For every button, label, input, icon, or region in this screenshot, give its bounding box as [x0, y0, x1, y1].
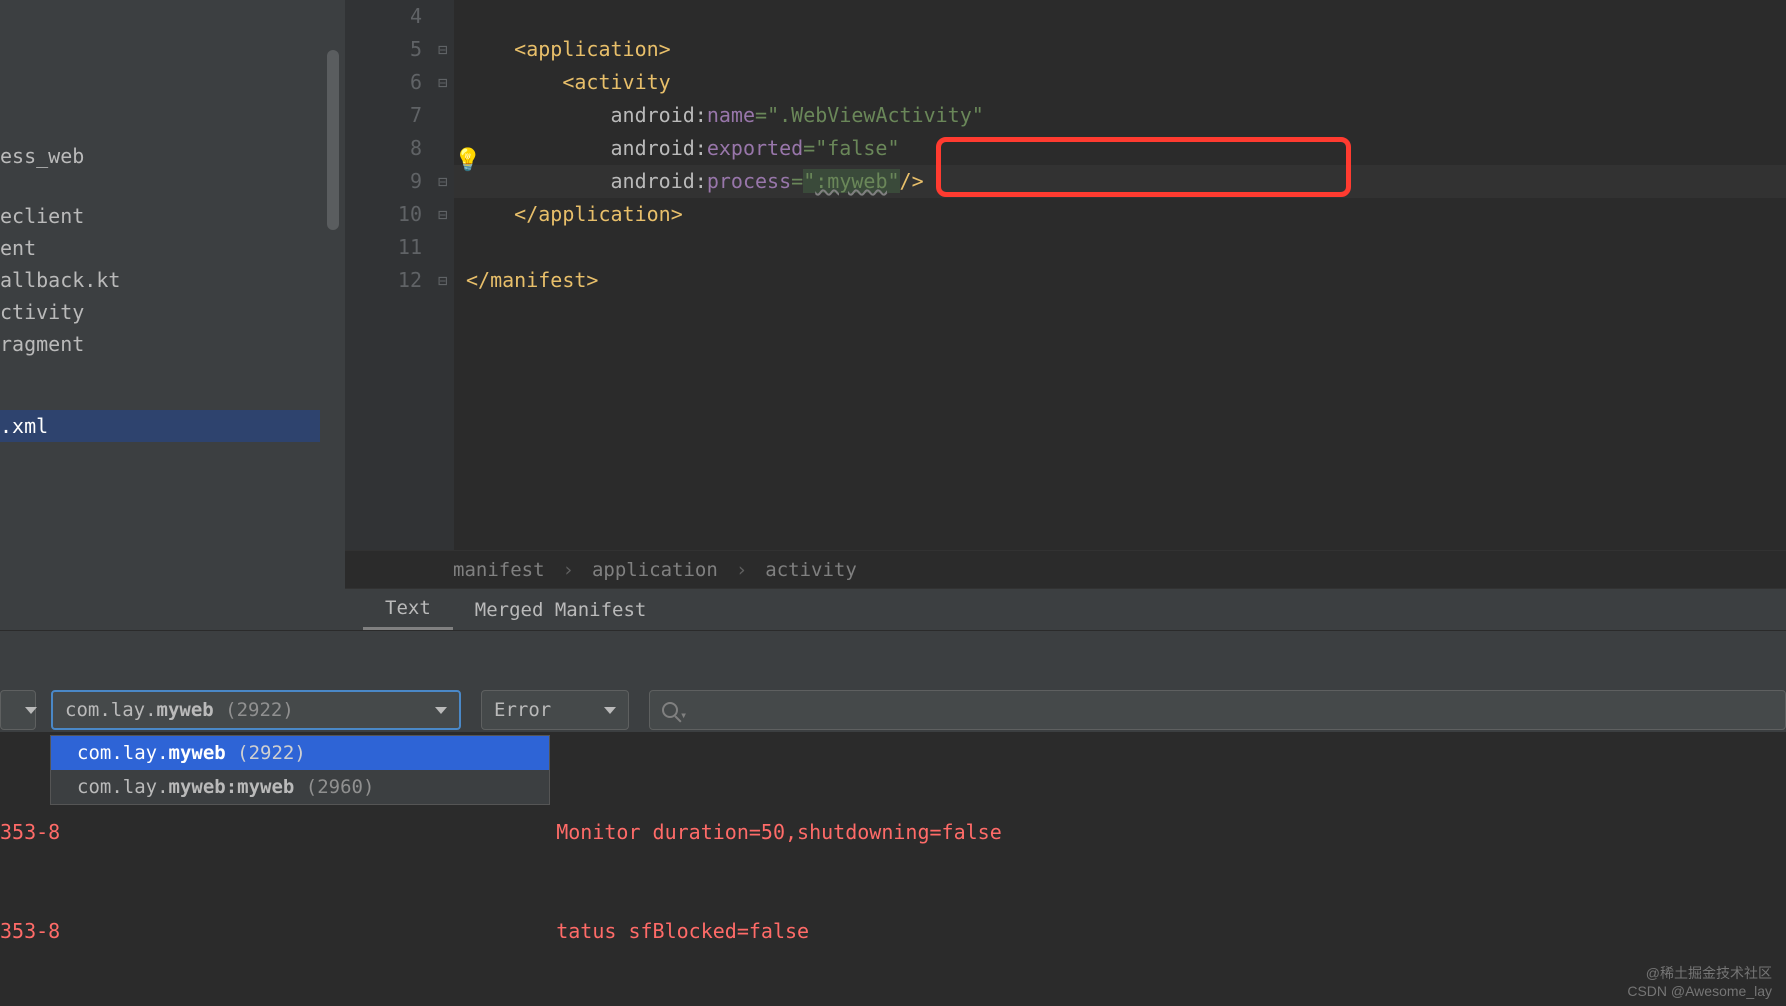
- panel-separator: [0, 630, 1786, 690]
- code-line: android:name=".WebViewActivity": [466, 99, 1786, 132]
- line-number: 6: [345, 66, 422, 99]
- project-tree-sidebar: ess_web eclient ent allback.kt ctivity r…: [0, 0, 345, 650]
- fold-icon[interactable]: ⊟: [438, 33, 448, 66]
- device-dropdown[interactable]: [0, 690, 36, 730]
- watermark: @稀土掘金技术社区 CSDN @Awesome_lay: [1627, 964, 1772, 1000]
- process-dropdown[interactable]: com.lay.myweb (2922): [51, 690, 461, 730]
- breadcrumb-item[interactable]: application: [592, 559, 718, 581]
- editor-tabs: Text Merged Manifest: [345, 588, 1786, 630]
- search-icon: [662, 702, 678, 718]
- line-number: 7: [345, 99, 422, 132]
- chevron-down-icon: [604, 707, 616, 714]
- line-number: 12: [345, 264, 422, 297]
- dropdown-item-selected[interactable]: com.lay.myweb (2922): [51, 736, 549, 770]
- chevron-right-icon: ›: [736, 559, 747, 581]
- process-dropdown-popup: com.lay.myweb (2922) com.lay.myweb:myweb…: [50, 735, 550, 805]
- chevron-down-icon: [25, 707, 37, 714]
- line-number: 10: [345, 198, 422, 231]
- breadcrumb-item[interactable]: activity: [765, 559, 857, 581]
- code-line: <application>: [466, 33, 1786, 66]
- chevron-down-icon: [435, 707, 447, 714]
- logcat-search-input[interactable]: ▾: [649, 690, 1786, 730]
- log-level-dropdown[interactable]: Error: [481, 690, 629, 730]
- code-line: </application>: [466, 198, 1786, 231]
- tree-item[interactable]: ent: [0, 232, 345, 264]
- tree-item[interactable]: ragment: [0, 328, 345, 360]
- code-line: </manifest>: [466, 264, 1786, 297]
- line-number: 9: [345, 165, 422, 198]
- fold-close-icon[interactable]: ⊟: [438, 264, 448, 297]
- chevron-right-icon: ›: [563, 559, 574, 581]
- breadcrumb-item[interactable]: manifest: [453, 559, 545, 581]
- line-number-gutter: 4 5 6 7 8 9 10 11 12: [345, 0, 440, 550]
- fold-close-icon[interactable]: ⊟: [438, 198, 448, 231]
- tree-item[interactable]: eclient: [0, 200, 345, 232]
- fold-icon[interactable]: ⊟: [438, 165, 448, 198]
- line-number: 11: [345, 231, 422, 264]
- intention-bulb-icon[interactable]: 💡: [454, 148, 481, 173]
- code-line: <activity: [466, 66, 1786, 99]
- tree-item[interactable]: ctivity: [0, 296, 345, 328]
- dropdown-item[interactable]: com.lay.myweb:myweb (2960): [51, 770, 549, 804]
- code-editor[interactable]: 4 5 6 7 8 9 10 11 12 ⊟ ⊟ ⊟ ⊟ ⊟ <applicat…: [345, 0, 1786, 550]
- log-level-value: Error: [494, 699, 551, 721]
- log-line: 353-8Monitor duration=50,shutdowning=fal…: [0, 816, 1786, 849]
- code-line: android:exported="false": [466, 132, 1786, 165]
- tree-item[interactable]: allback.kt: [0, 264, 345, 296]
- line-number: 5: [345, 33, 422, 66]
- line-number: 8: [345, 132, 422, 165]
- tree-item[interactable]: ess_web: [0, 140, 345, 172]
- log-line: 353-8tatus sfBlocked=false: [0, 915, 1786, 948]
- breadcrumb: manifest › application › activity: [345, 550, 1786, 588]
- tab-text[interactable]: Text: [363, 589, 453, 630]
- tab-merged-manifest[interactable]: Merged Manifest: [453, 591, 669, 629]
- process-dropdown-value: com.lay.myweb (2922): [65, 699, 294, 721]
- fold-gutter: ⊟ ⊟ ⊟ ⊟ ⊟: [440, 0, 454, 550]
- logcat-toolbar: com.lay.myweb (2922) Error ▾: [0, 688, 1786, 732]
- sidebar-scrollbar[interactable]: [327, 50, 339, 230]
- line-number: 4: [345, 0, 422, 33]
- code-content[interactable]: <application> <activity android:name=".W…: [454, 0, 1786, 550]
- tree-item-selected[interactable]: .xml: [0, 410, 320, 442]
- fold-icon[interactable]: ⊟: [438, 66, 448, 99]
